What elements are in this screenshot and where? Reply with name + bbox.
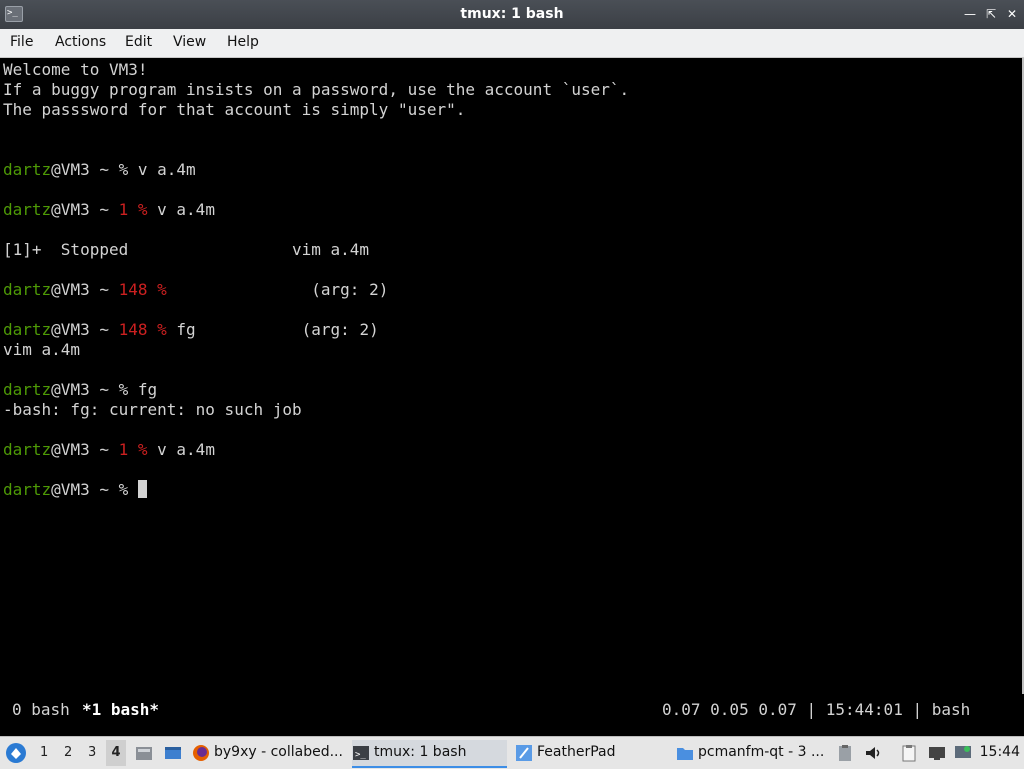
window-list-icon[interactable] [164, 744, 182, 762]
maximize-icon[interactable]: ⇱ [982, 5, 1000, 23]
network-icon[interactable] [954, 744, 972, 762]
prompt-command: (arg: 2) [166, 280, 389, 299]
tmux-status-right: 0.07 0.05 0.07 | 15:44:01 | bash [662, 700, 971, 719]
menu-help[interactable]: Help [227, 34, 259, 50]
tmux-status-bar: 0 bash *1 bash* 0.07 0.05 0.07 | 15:44:0… [0, 694, 1024, 734]
prompt-host: @VM3 ~ [51, 200, 119, 219]
task-pcmanfm[interactable]: pcmanfm-qt - 3 ... [676, 740, 826, 766]
prompt-line: dartz@VM3 ~ % fg [3, 380, 157, 400]
prompt-line[interactable]: dartz@VM3 ~ % [3, 480, 147, 500]
desktop-4[interactable]: 4 [106, 740, 126, 766]
prompt-user: dartz [3, 480, 52, 499]
menu-bar: File Actions Edit View Help [0, 29, 1024, 58]
prompt-host: @VM3 ~ [51, 320, 119, 339]
featherpad-icon [516, 745, 532, 761]
job-status-line: [1]+ Stopped vim a.4m [3, 240, 370, 259]
task-tmux[interactable]: >_ tmux: 1 bash [352, 740, 507, 768]
task-label: tmux: 1 bash [374, 744, 467, 760]
terminal-icon: >_ [353, 746, 369, 760]
window-title: tmux: 1 bash [460, 6, 564, 22]
terminal-line: Welcome to VM3! [3, 60, 148, 79]
prompt-command: v a.4m [147, 440, 215, 459]
terminal-line: vim a.4m [3, 340, 81, 359]
prompt-line: dartz@VM3 ~ % v a.4m [3, 160, 196, 180]
prompt-host: @VM3 ~ [51, 380, 119, 399]
prompt-host: @VM3 ~ [51, 280, 119, 299]
prompt-exit-code: 148 % [118, 280, 167, 299]
show-desktop-icon[interactable] [135, 744, 153, 762]
menu-actions[interactable]: Actions [55, 34, 106, 50]
terminal-line: The passsword for that account is simply… [3, 100, 466, 119]
prompt-line: dartz@VM3 ~ 148 % fg (arg: 2) [3, 320, 379, 340]
menu-view[interactable]: View [173, 34, 206, 50]
prompt-command: fg (arg: 2) [166, 320, 379, 339]
task-label: pcmanfm-qt - 3 ... [698, 744, 825, 760]
firefox-icon [193, 745, 209, 761]
tmux-window-0[interactable]: 0 bash [12, 700, 70, 719]
desktop-3[interactable]: 3 [88, 745, 96, 760]
minimize-icon[interactable]: — [961, 5, 979, 23]
prompt-user: dartz [3, 160, 52, 179]
prompt-symbol: % [118, 160, 138, 179]
prompt-command: % [118, 480, 138, 499]
prompt-host: @VM3 ~ [51, 440, 119, 459]
volume-icon[interactable] [864, 744, 882, 762]
prompt-line: dartz@VM3 ~ 1 % v a.4m [3, 200, 215, 220]
close-icon[interactable]: ✕ [1003, 5, 1021, 23]
error-line: -bash: fg: current: no such job [3, 400, 302, 419]
menu-file[interactable]: File [10, 34, 33, 50]
prompt-host: @VM3 ~ [51, 160, 119, 179]
clipboard-icon[interactable] [836, 744, 854, 762]
text-cursor [137, 480, 147, 498]
display-icon[interactable] [928, 744, 946, 762]
tmux-window-1[interactable]: *1 bash* [82, 700, 159, 719]
prompt-user: dartz [3, 200, 52, 219]
task-featherpad[interactable]: FeatherPad [515, 740, 670, 766]
prompt-user: dartz [3, 380, 52, 399]
prompt-exit-code: 1 % [118, 440, 148, 459]
prompt-user: dartz [3, 280, 52, 299]
prompt-exit-code: 148 % [118, 320, 167, 339]
folder-icon [677, 748, 693, 760]
menu-edit[interactable]: Edit [125, 34, 152, 50]
prompt-command: % fg [118, 380, 158, 399]
prompt-host: @VM3 ~ [51, 480, 119, 499]
notes-icon[interactable] [900, 744, 918, 762]
terminal-view[interactable]: Welcome to VM3! If a buggy program insis… [0, 58, 1024, 694]
svg-text:>_: >_ [355, 750, 366, 760]
prompt-line: dartz@VM3 ~ 148 % (arg: 2) [3, 280, 388, 300]
terminal-line: If a buggy program insists on a password… [3, 80, 630, 99]
prompt-command: v a.4m [137, 160, 196, 179]
desktop-1[interactable]: 1 [40, 745, 48, 760]
clock[interactable]: 15:44 [980, 744, 1020, 760]
prompt-line: dartz@VM3 ~ 1 % v a.4m [3, 440, 215, 460]
prompt-user: dartz [3, 440, 52, 459]
prompt-user: dartz [3, 320, 52, 339]
prompt-exit-code: 1 % [118, 200, 148, 219]
desktop-2[interactable]: 2 [64, 745, 72, 760]
task-label: by9xy - collabed... [214, 744, 343, 760]
taskbar: 1 2 3 4 by9xy - collabed... >_ tmux: 1 b… [0, 736, 1024, 769]
start-menu-icon[interactable] [5, 742, 27, 764]
window-titlebar[interactable]: >_ tmux: 1 bash — ⇱ ✕ [0, 0, 1024, 29]
task-firefox[interactable]: by9xy - collabed... [192, 740, 343, 766]
task-label: FeatherPad [537, 744, 616, 760]
prompt-command: v a.4m [147, 200, 215, 219]
